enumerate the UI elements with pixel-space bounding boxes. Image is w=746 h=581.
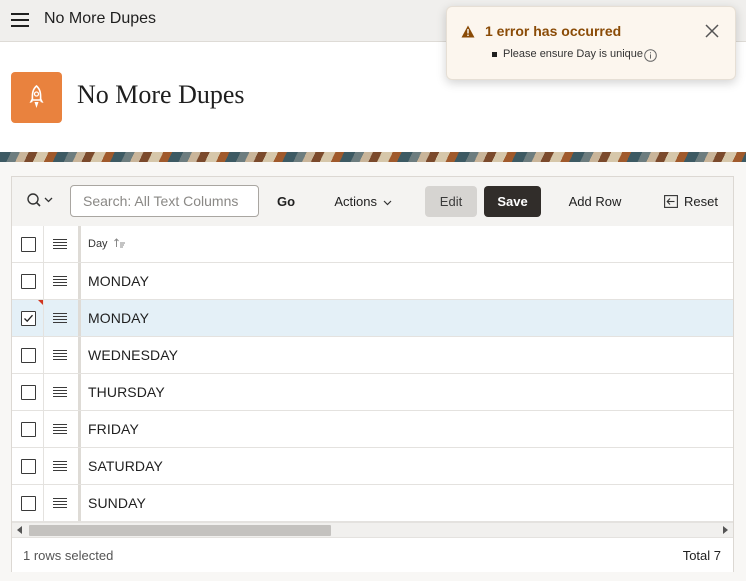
day-cell[interactable]: MONDAY — [88, 263, 149, 299]
row-actions-icon[interactable] — [53, 350, 67, 361]
row-action-cell — [44, 300, 81, 336]
row-action-cell — [44, 337, 81, 373]
row-select-cell — [12, 485, 44, 521]
column-header-day[interactable]: Day — [88, 226, 126, 262]
error-notification: 1 error has occurred Please ensure Day i… — [446, 6, 736, 80]
row-action-cell — [44, 448, 81, 484]
day-cell[interactable]: THURSDAY — [88, 374, 165, 410]
row-actions-icon[interactable] — [53, 498, 67, 509]
edit-button[interactable]: Edit — [425, 186, 477, 217]
hamburger-icon[interactable] — [53, 239, 67, 250]
grid-header-row: Day — [12, 226, 733, 263]
row-select-cell — [12, 374, 44, 410]
row-action-cell — [44, 263, 81, 299]
day-cell[interactable]: SUNDAY — [88, 485, 146, 521]
row-select-cell — [12, 300, 44, 336]
close-icon[interactable] — [705, 24, 719, 38]
row-actions-icon[interactable] — [53, 313, 67, 324]
table-row[interactable]: MONDAY — [12, 263, 733, 300]
bullet-icon — [492, 52, 497, 57]
row-checkbox[interactable] — [21, 348, 36, 363]
row-actions-icon[interactable] — [53, 276, 67, 287]
header-action-cell — [44, 226, 81, 262]
row-checkbox[interactable] — [21, 311, 36, 326]
grid-footer: 1 rows selected Total 7 — [12, 537, 733, 572]
app-title[interactable]: No More Dupes — [44, 10, 156, 28]
horizontal-scrollbar[interactable] — [12, 522, 733, 537]
day-cell[interactable]: WEDNESDAY — [88, 337, 178, 373]
actions-label: Actions — [334, 194, 377, 209]
table-row[interactable]: SUNDAY — [12, 485, 733, 522]
info-icon[interactable] — [644, 49, 657, 62]
save-button[interactable]: Save — [484, 186, 541, 217]
table-row[interactable]: MONDAY — [12, 300, 733, 337]
reset-icon — [664, 195, 678, 208]
page-title: No More Dupes — [77, 80, 245, 109]
row-action-cell — [44, 374, 81, 410]
row-checkbox[interactable] — [21, 496, 36, 511]
table-row[interactable]: SATURDAY — [12, 448, 733, 485]
row-select-cell — [12, 448, 44, 484]
row-checkbox[interactable] — [21, 385, 36, 400]
actions-menu-button[interactable]: Actions — [330, 186, 396, 217]
search-input[interactable] — [70, 185, 259, 217]
scroll-right-arrow-icon[interactable] — [723, 526, 728, 534]
total-count: Total 7 — [682, 548, 721, 563]
chevron-down-icon — [383, 200, 392, 205]
row-action-cell — [44, 485, 81, 521]
row-checkbox[interactable] — [21, 459, 36, 474]
table-row[interactable]: WEDNESDAY — [12, 337, 733, 374]
hamburger-icon[interactable] — [11, 13, 29, 27]
row-action-cell — [44, 411, 81, 447]
table-row[interactable]: FRIDAY — [12, 411, 733, 448]
day-cell[interactable]: FRIDAY — [88, 411, 139, 447]
scroll-left-arrow-icon[interactable] — [17, 526, 22, 534]
warning-icon — [461, 25, 475, 38]
row-actions-icon[interactable] — [53, 387, 67, 398]
day-cell[interactable]: MONDAY — [88, 300, 149, 336]
row-actions-icon[interactable] — [53, 424, 67, 435]
add-row-button[interactable]: Add Row — [563, 186, 627, 217]
day-cell[interactable]: SATURDAY — [88, 448, 163, 484]
checkmark-icon — [24, 314, 33, 323]
scrollbar-thumb[interactable] — [29, 525, 331, 536]
row-select-cell — [12, 411, 44, 447]
search-icon — [27, 193, 53, 207]
row-actions-icon[interactable] — [53, 461, 67, 472]
reset-label: Reset — [684, 194, 718, 209]
go-button[interactable]: Go — [270, 186, 302, 217]
column-header-label: Day — [88, 238, 108, 250]
notification-title: 1 error has occurred — [485, 23, 622, 39]
decorative-banner — [0, 152, 746, 162]
selected-count: 1 rows selected — [23, 548, 114, 563]
row-checkbox[interactable] — [21, 274, 36, 289]
grid-toolbar: Go Actions Edit Save Add Row Reset — [12, 177, 733, 227]
reset-button[interactable]: Reset — [658, 186, 724, 217]
row-select-cell — [12, 263, 44, 299]
row-select-cell — [12, 337, 44, 373]
select-all-checkbox[interactable] — [21, 237, 36, 252]
interactive-grid: Go Actions Edit Save Add Row Reset — [11, 176, 734, 572]
select-all-cell — [12, 226, 44, 262]
sort-ascending-icon — [113, 238, 125, 248]
table-row[interactable]: THURSDAY — [12, 374, 733, 411]
rocket-icon — [11, 72, 62, 123]
row-checkbox[interactable] — [21, 422, 36, 437]
search-column-menu[interactable] — [26, 191, 58, 211]
error-message-link[interactable]: Please ensure Day is unique — [503, 48, 643, 60]
